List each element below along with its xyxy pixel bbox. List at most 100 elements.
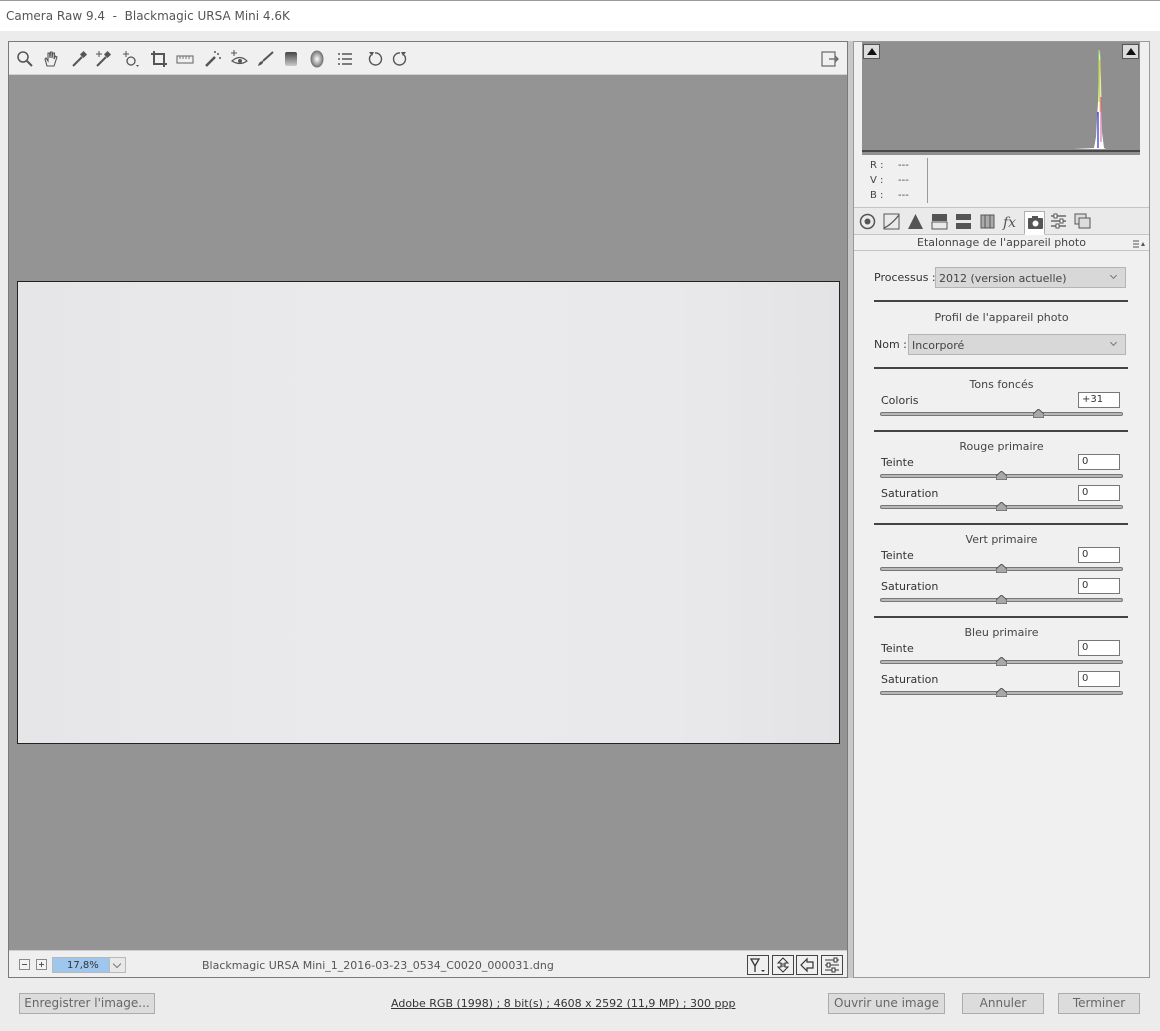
done-button[interactable]: Terminer <box>1058 993 1140 1014</box>
green-saturation-label: Saturation <box>881 580 939 593</box>
blue-saturation-label: Saturation <box>881 673 939 686</box>
straighten-icon[interactable] <box>175 49 195 69</box>
section-divider <box>874 616 1128 618</box>
tab-effects-fx-icon[interactable]: fx <box>1001 211 1022 232</box>
copy-settings-button[interactable] <box>796 955 818 975</box>
tab-basic-aperture-icon[interactable] <box>857 211 878 232</box>
swap-settings-button[interactable] <box>772 955 794 975</box>
graduated-filter-icon[interactable] <box>281 49 301 69</box>
image-canvas[interactable] <box>17 281 840 744</box>
slider-thumb[interactable] <box>1033 409 1045 418</box>
green-hue-input[interactable]: 0 <box>1078 547 1120 563</box>
profile-name-select[interactable]: Incorporé <box>908 334 1126 355</box>
red-saturation-label: Saturation <box>881 487 939 500</box>
blue-saturation-input[interactable]: 0 <box>1078 671 1120 687</box>
histogram <box>862 42 1140 155</box>
highlight-clipping-warning[interactable] <box>1122 44 1139 59</box>
tab-snapshots-icon[interactable] <box>1072 211 1093 232</box>
hand-icon[interactable] <box>41 49 61 69</box>
rgb-readout-b: B : --- <box>870 190 909 201</box>
panel-menu-icon[interactable] <box>1133 238 1145 248</box>
svg-text:fx: fx <box>1002 215 1016 231</box>
cancel-button[interactable]: Annuler <box>962 993 1044 1014</box>
fullscreen-toggle-icon[interactable] <box>820 49 840 69</box>
tab-lens-corrections-icon[interactable] <box>977 211 998 232</box>
process-label: Processus : <box>874 271 936 284</box>
zoom-value: 17,8% <box>67 960 99 971</box>
rotate-left-icon[interactable] <box>365 49 385 69</box>
process-value: 2012 (version actuelle) <box>939 272 1067 285</box>
red-hue-slider[interactable] <box>880 471 1123 480</box>
section-divider <box>874 367 1128 369</box>
green-saturation-slider[interactable] <box>880 595 1123 604</box>
spot-removal-icon[interactable] <box>203 49 223 69</box>
profile-title: Profil de l'appareil photo <box>934 311 1069 324</box>
shadows-tint-input[interactable]: +31 <box>1078 392 1120 408</box>
profile-name-label: Nom : <box>874 338 907 351</box>
rgb-readout-r: R : --- <box>870 160 909 171</box>
red-hue-input[interactable]: 0 <box>1078 454 1120 470</box>
slider-thumb[interactable] <box>996 471 1007 480</box>
tab-split-toning-icon[interactable] <box>953 211 974 232</box>
slider-thumb[interactable] <box>996 657 1007 666</box>
white-balance-eyedropper-icon[interactable] <box>69 49 89 69</box>
green-saturation-input[interactable]: 0 <box>1078 578 1120 594</box>
blue-saturation-slider[interactable] <box>880 688 1123 697</box>
tab-detail-icon[interactable] <box>905 211 926 232</box>
green-hue-label: Teinte <box>881 549 914 562</box>
blue-hue-input[interactable]: 0 <box>1078 640 1120 656</box>
slider-thumb[interactable] <box>996 564 1007 573</box>
preview-pane: 17,8% Blackmagic URSA Mini_1_2016-03-23_… <box>8 41 848 978</box>
red-primary-title: Rouge primaire <box>959 440 1044 453</box>
adjustment-brush-icon[interactable] <box>255 49 275 69</box>
targeted-adjustment-icon[interactable] <box>121 49 141 69</box>
profile-name-value: Incorporé <box>912 339 965 352</box>
save-image-button[interactable]: Enregistrer l'image... <box>19 993 155 1014</box>
section-divider <box>874 430 1128 432</box>
tab-presets-icon[interactable] <box>1048 211 1069 232</box>
red-eye-icon[interactable] <box>229 49 249 69</box>
zoom-out-button[interactable] <box>19 959 30 970</box>
right-panel: R : --- V : --- B : --- fx Etalonnage de… <box>853 41 1150 978</box>
view-settings-button[interactable] <box>821 955 843 975</box>
zoom-select[interactable]: 17,8% <box>52 957 126 973</box>
panel-title-divider <box>854 250 1149 251</box>
red-saturation-slider[interactable] <box>880 502 1123 511</box>
section-divider <box>874 300 1128 302</box>
tab-hsl-icon[interactable] <box>929 211 950 232</box>
green-hue-slider[interactable] <box>880 564 1123 573</box>
slider-thumb[interactable] <box>996 595 1007 604</box>
panel-title: Etalonnage de l'appareil photo <box>917 236 1086 249</box>
tool-bar <box>9 42 847 75</box>
rotate-right-icon[interactable] <box>390 49 410 69</box>
before-after-view-button[interactable] <box>747 955 769 975</box>
color-sampler-icon[interactable] <box>93 49 113 69</box>
panel-tabs: fx <box>854 207 1149 235</box>
shadows-tint-slider[interactable] <box>880 409 1123 418</box>
zoom-icon[interactable] <box>15 49 35 69</box>
green-primary-title: Vert primaire <box>965 533 1038 546</box>
radial-filter-icon[interactable] <box>307 49 327 69</box>
zoom-in-button[interactable] <box>36 959 47 970</box>
chevron-down-icon <box>109 958 125 972</box>
workflow-options-link[interactable]: Adobe RGB (1998) ; 8 bit(s) ; 4608 x 259… <box>391 997 735 1010</box>
process-select[interactable]: 2012 (version actuelle) <box>935 267 1126 288</box>
shadows-tint-label: Coloris <box>881 394 919 407</box>
status-bar: 17,8% Blackmagic URSA Mini_1_2016-03-23_… <box>9 950 847 977</box>
red-saturation-input[interactable]: 0 <box>1078 485 1120 501</box>
tab-tone-curve-icon[interactable] <box>881 211 902 232</box>
chevron-down-icon <box>1109 338 1118 347</box>
crop-icon[interactable] <box>149 49 169 69</box>
shadow-clipping-warning[interactable] <box>863 44 880 59</box>
window-title: Camera Raw 9.4 - Blackmagic URSA Mini 4.… <box>6 9 290 23</box>
title-bar: Camera Raw 9.4 - Blackmagic URSA Mini 4.… <box>0 0 1160 31</box>
blue-hue-label: Teinte <box>881 642 914 655</box>
red-hue-label: Teinte <box>881 456 914 469</box>
preferences-list-icon[interactable] <box>335 49 355 69</box>
open-image-button[interactable]: Ouvrir une image <box>828 993 945 1014</box>
slider-thumb[interactable] <box>996 502 1007 511</box>
tab-camera-calibration-icon[interactable] <box>1024 211 1045 235</box>
shadows-title: Tons foncés <box>969 378 1034 391</box>
blue-hue-slider[interactable] <box>880 657 1123 666</box>
slider-thumb[interactable] <box>996 688 1007 697</box>
